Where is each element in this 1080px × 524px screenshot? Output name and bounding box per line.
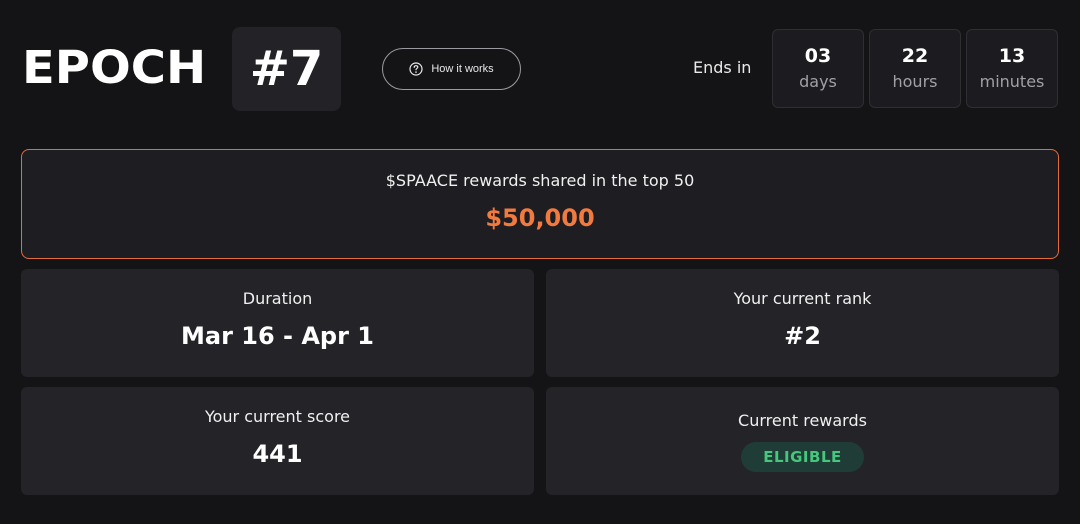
- countdown-minutes: 13 minutes: [966, 29, 1058, 108]
- epoch-number-badge: #7: [232, 27, 341, 111]
- score-label: Your current score: [204, 407, 351, 426]
- epoch-page: EPOCH #7 How it works Ends in 03 days 22…: [0, 0, 1080, 524]
- duration-value: Mar 16 - Apr 1: [181, 322, 374, 350]
- countdown-unit: days: [799, 71, 837, 91]
- how-it-works-label: How it works: [431, 63, 494, 75]
- duration-card: Duration Mar 16 - Apr 1: [21, 269, 534, 377]
- countdown-unit: minutes: [979, 71, 1045, 91]
- countdown-value: 13: [998, 44, 1026, 67]
- how-it-works-button[interactable]: How it works: [382, 48, 521, 90]
- question-circle-icon: [409, 62, 423, 76]
- rank-label: Your current rank: [733, 289, 872, 308]
- score-card: Your current score 441: [21, 387, 534, 495]
- rewards-amount: $50,000: [485, 204, 595, 232]
- countdown-days: 03 days: [772, 29, 864, 108]
- countdown-unit: hours: [892, 71, 938, 91]
- rewards-label: Current rewards: [738, 411, 867, 430]
- rewards-banner-label: $SPAACE rewards shared in the top 50: [385, 171, 695, 190]
- rank-value: #2: [784, 322, 821, 350]
- ends-in-label: Ends in: [693, 58, 752, 77]
- epoch-title: EPOCH: [22, 41, 207, 95]
- score-value: 441: [252, 440, 303, 468]
- countdown-value: 22: [901, 44, 929, 67]
- rewards-card: Current rewards ELIGIBLE: [546, 387, 1059, 495]
- rewards-banner: $SPAACE rewards shared in the top 50 $50…: [21, 149, 1059, 259]
- countdown-hours: 22 hours: [869, 29, 961, 108]
- countdown-value: 03: [804, 44, 832, 67]
- duration-label: Duration: [242, 289, 313, 308]
- eligible-badge: ELIGIBLE: [741, 442, 864, 472]
- rank-card: Your current rank #2: [546, 269, 1059, 377]
